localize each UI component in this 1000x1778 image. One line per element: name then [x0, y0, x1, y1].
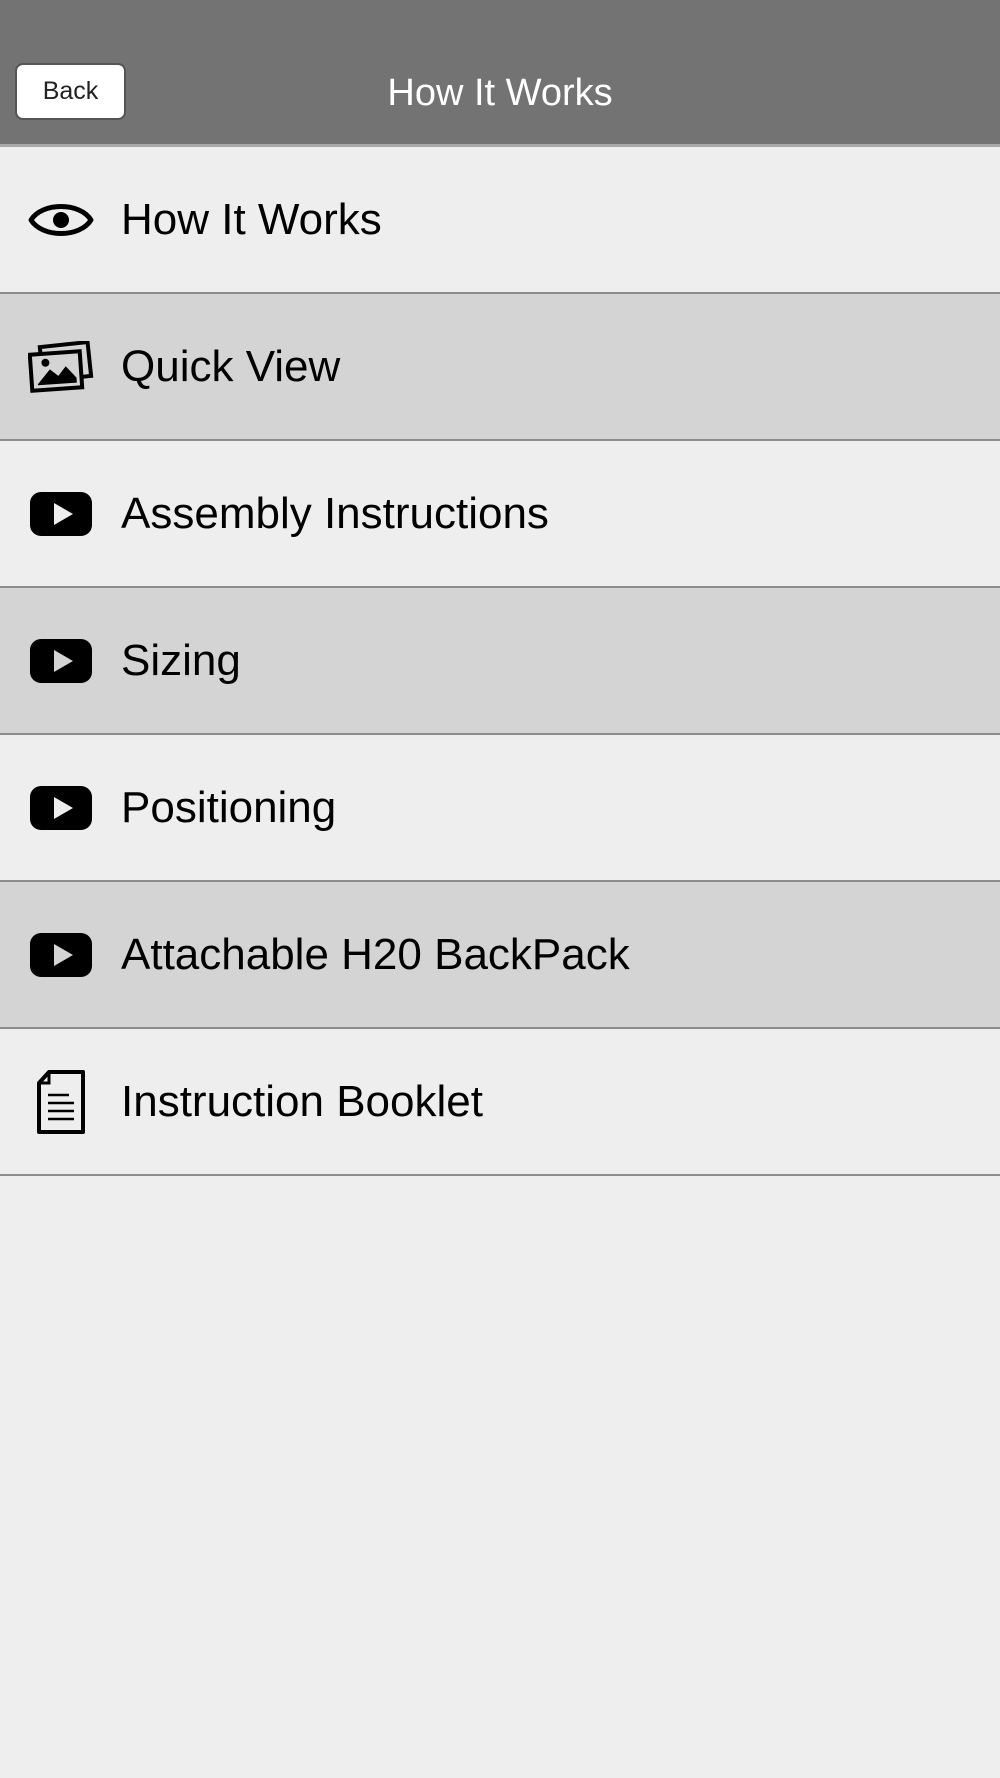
- menu-item-how-it-works[interactable]: How It Works: [0, 147, 1000, 294]
- video-play-icon: [27, 921, 95, 989]
- menu-item-label: How It Works: [121, 194, 382, 244]
- menu-item-attachable-backpack[interactable]: Attachable H20 BackPack: [0, 882, 1000, 1029]
- menu-item-label: Sizing: [121, 635, 241, 685]
- menu-list: How It Works Quick View Assembly Instruc…: [0, 147, 1000, 1176]
- menu-item-assembly-instructions[interactable]: Assembly Instructions: [0, 441, 1000, 588]
- eye-icon: [27, 186, 95, 254]
- menu-item-quick-view[interactable]: Quick View: [0, 294, 1000, 441]
- nav-header: Back How It Works: [0, 0, 1000, 147]
- document-icon: [27, 1068, 95, 1136]
- menu-item-label: Quick View: [121, 341, 341, 391]
- menu-item-instruction-booklet[interactable]: Instruction Booklet: [0, 1029, 1000, 1176]
- photos-icon: [27, 333, 95, 401]
- menu-item-label: Instruction Booklet: [121, 1076, 483, 1126]
- page-title: How It Works: [387, 72, 613, 114]
- menu-item-sizing[interactable]: Sizing: [0, 588, 1000, 735]
- menu-item-positioning[interactable]: Positioning: [0, 735, 1000, 882]
- menu-item-label: Positioning: [121, 782, 337, 832]
- menu-item-label: Attachable H20 BackPack: [121, 929, 630, 979]
- video-play-icon: [27, 480, 95, 548]
- video-play-icon: [27, 627, 95, 695]
- video-play-icon: [27, 774, 95, 842]
- menu-item-label: Assembly Instructions: [121, 488, 549, 538]
